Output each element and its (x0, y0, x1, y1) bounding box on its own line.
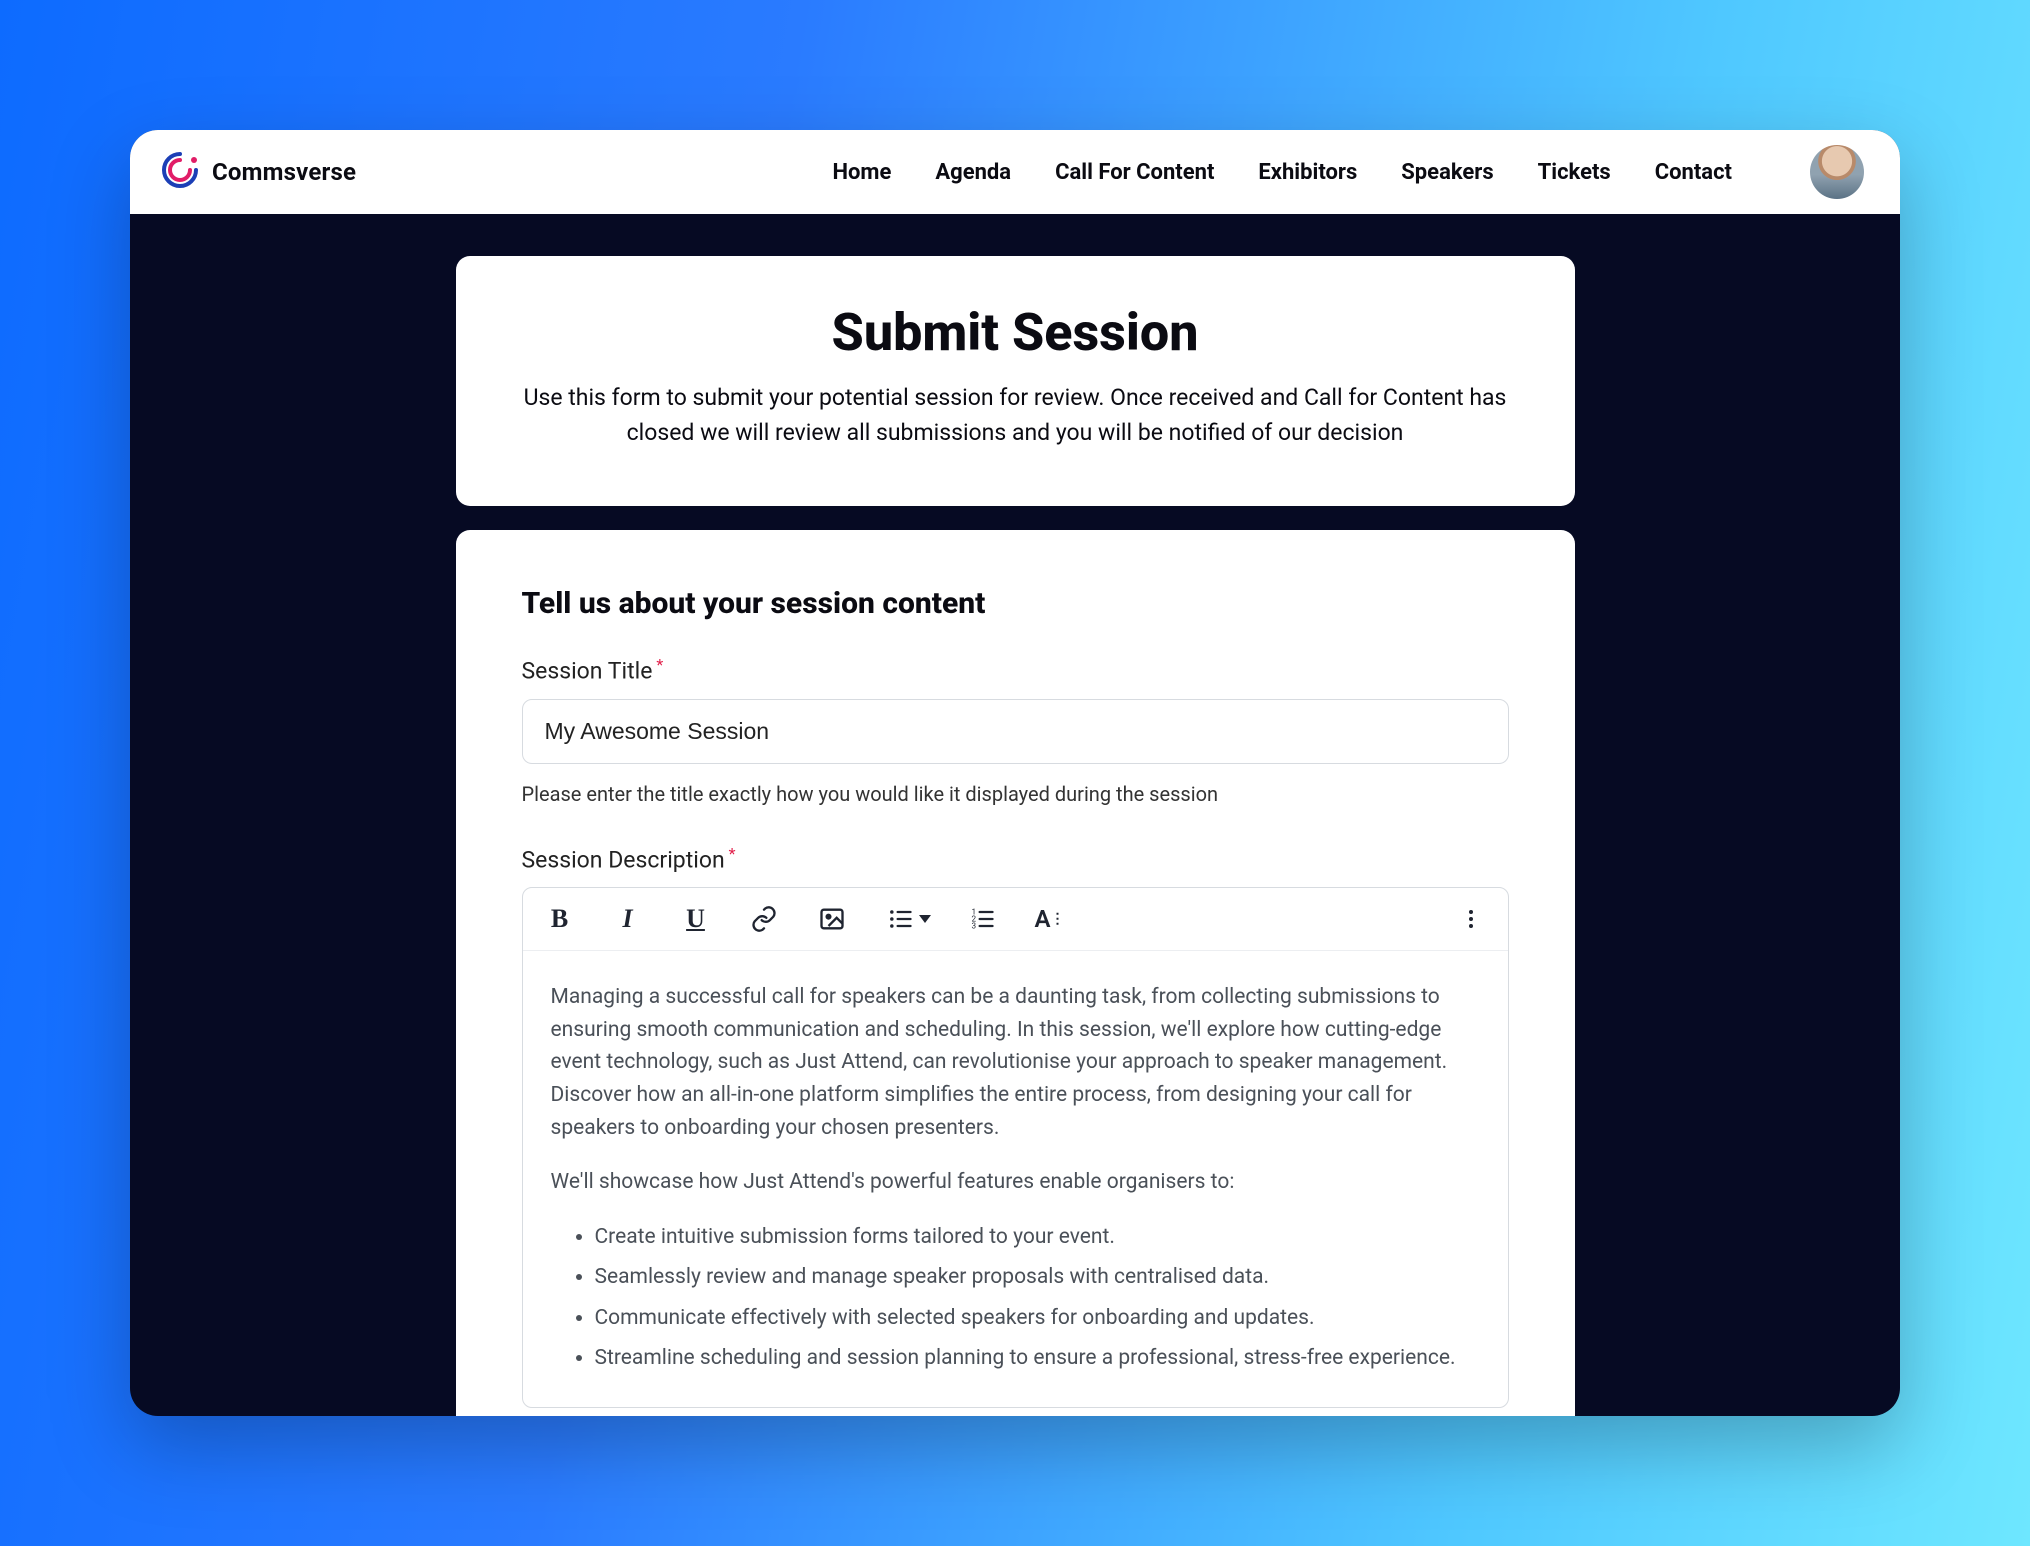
desc-bullet: Streamline scheduling and session planni… (595, 1342, 1480, 1375)
numbered-list-icon[interactable]: 1 2 3 (965, 902, 999, 936)
nav-contact[interactable]: Contact (1655, 160, 1732, 185)
section-heading: Tell us about your session content (522, 586, 1509, 621)
font-glyph-a: A (1034, 905, 1050, 933)
desc-bullet-list: Create intuitive submission forms tailor… (551, 1221, 1480, 1375)
required-mark: * (729, 844, 736, 863)
desc-bullet: Create intuitive submission forms tailor… (595, 1221, 1480, 1254)
nav-exhibitors[interactable]: Exhibitors (1258, 160, 1357, 185)
session-title-input[interactable] (522, 699, 1509, 764)
main-nav: Home Agenda Call For Content Exhibitors … (832, 145, 1864, 199)
app-window: Commsverse Home Agenda Call For Content … (130, 130, 1900, 1416)
editor-toolbar: B I U (523, 888, 1508, 951)
session-title-helper: Please enter the title exactly how you w… (522, 782, 1509, 806)
font-style-icon[interactable]: A⋮ (1033, 902, 1067, 936)
font-glyph-caret: ⋮ (1051, 911, 1065, 927)
session-title-label: Session Title* (522, 655, 1509, 685)
required-mark: * (656, 655, 663, 674)
brand[interactable]: Commsverse (158, 148, 356, 196)
session-description-label: Session Description* (522, 844, 1509, 874)
bullet-list-icon (883, 902, 917, 936)
nav-home[interactable]: Home (832, 160, 891, 185)
session-description-label-text: Session Description (522, 846, 725, 873)
rich-text-editor: B I U (522, 887, 1509, 1407)
desc-bullet: Seamlessly review and manage speaker pro… (595, 1261, 1480, 1294)
brand-logo-icon (158, 148, 202, 196)
bold-icon[interactable]: B (543, 902, 577, 936)
user-avatar[interactable] (1810, 145, 1864, 199)
session-title-label-text: Session Title (522, 658, 653, 685)
page-subtitle: Use this form to submit your potential s… (518, 381, 1513, 450)
page-content: Submit Session Use this form to submit y… (130, 214, 1900, 1416)
nav-call-for-content[interactable]: Call For Content (1055, 160, 1214, 185)
desc-paragraph-1: Managing a successful call for speakers … (551, 981, 1480, 1144)
editor-content[interactable]: Managing a successful call for speakers … (523, 951, 1508, 1406)
desc-paragraph-2: We'll showcase how Just Attend's powerfu… (551, 1166, 1480, 1199)
desc-bullet: Communicate effectively with selected sp… (595, 1302, 1480, 1335)
intro-card: Submit Session Use this form to submit y… (456, 256, 1575, 506)
chevron-down-icon (919, 915, 931, 923)
italic-icon[interactable]: I (611, 902, 645, 936)
session-form-card: Tell us about your session content Sessi… (456, 530, 1575, 1416)
nav-speakers[interactable]: Speakers (1401, 160, 1493, 185)
brand-name: Commsverse (212, 158, 356, 186)
topbar: Commsverse Home Agenda Call For Content … (130, 130, 1900, 214)
bullet-list-dropdown[interactable] (883, 902, 931, 936)
underline-icon[interactable]: U (679, 902, 713, 936)
nav-tickets[interactable]: Tickets (1538, 160, 1611, 185)
page-title: Submit Session (518, 302, 1513, 363)
link-icon[interactable] (747, 902, 781, 936)
svg-text:3: 3 (971, 921, 976, 931)
nav-agenda[interactable]: Agenda (935, 160, 1011, 185)
image-icon[interactable] (815, 902, 849, 936)
more-options-icon[interactable] (1454, 902, 1488, 936)
